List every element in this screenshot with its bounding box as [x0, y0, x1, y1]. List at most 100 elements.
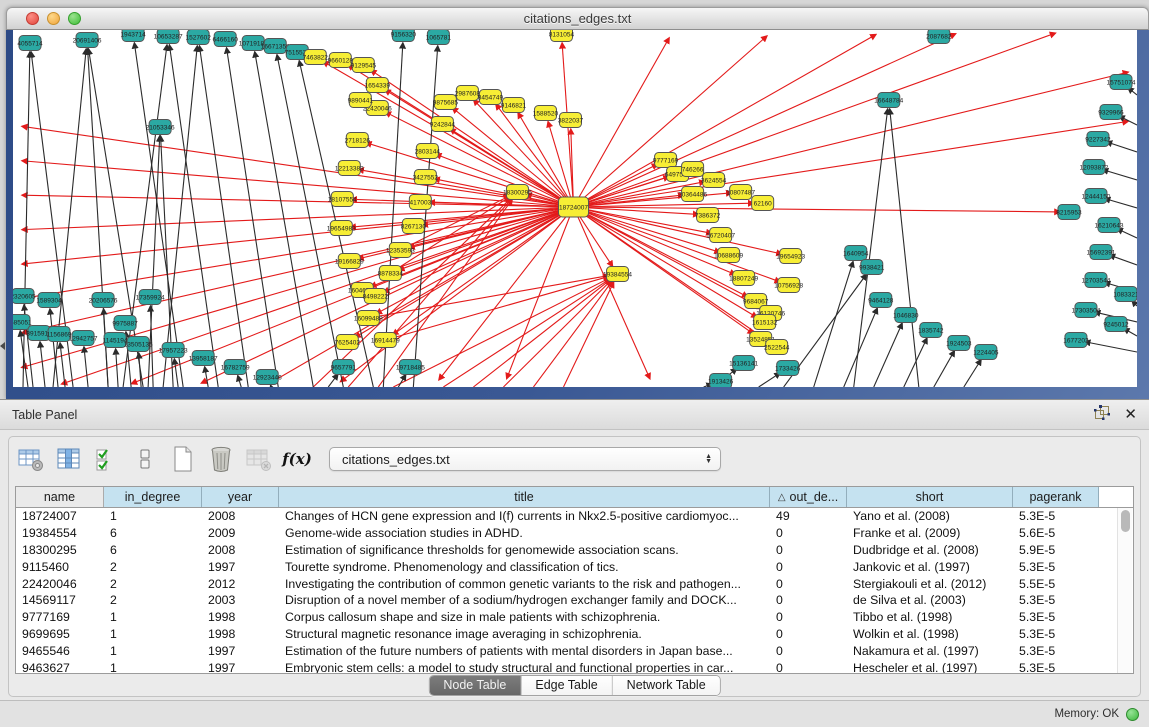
- graph-node[interactable]: 19166829: [335, 254, 364, 269]
- graph-node[interactable]: 17957223: [159, 343, 188, 358]
- graph-node[interactable]: 3822037: [558, 113, 584, 128]
- zoom-window-icon[interactable]: [68, 12, 81, 25]
- graph-node[interactable]: 17359924: [136, 290, 165, 305]
- graph-node[interactable]: 10756928: [774, 278, 803, 293]
- tab-network-table[interactable]: Network Table: [613, 676, 720, 695]
- graph-node[interactable]: 17303504: [1071, 303, 1100, 318]
- minimize-window-icon[interactable]: [47, 12, 60, 25]
- graph-node[interactable]: 1065781: [426, 30, 452, 45]
- graph-node[interactable]: 2087682: [926, 30, 952, 44]
- graph-node[interactable]: 1924503: [946, 336, 972, 351]
- table-row[interactable]: 946554611997Estimation of the future num…: [16, 642, 1133, 659]
- graph-node[interactable]: 16720407: [706, 228, 735, 243]
- graph-node[interactable]: 8267130: [401, 219, 427, 234]
- show-columns-icon[interactable]: [55, 444, 83, 474]
- graph-node[interactable]: 62160: [752, 196, 774, 211]
- graph-node[interactable]: 15751074: [1107, 75, 1136, 90]
- graph-node[interactable]: 15136141: [729, 356, 758, 371]
- graph-node[interactable]: 1677202: [1063, 333, 1089, 348]
- graph-node[interactable]: 19384554: [603, 267, 632, 282]
- function-builder-icon[interactable]: f(x): [283, 444, 311, 474]
- graph-node[interactable]: 20691406: [73, 33, 102, 48]
- graph-node[interactable]: 20206576: [89, 293, 118, 308]
- graph-node[interactable]: 4055714: [17, 36, 43, 51]
- graph-node[interactable]: 12093872: [1079, 160, 1108, 175]
- table-settings-icon[interactable]: [17, 444, 45, 474]
- graph-node[interactable]: 18807249: [729, 271, 758, 286]
- graph-node[interactable]: 10653287: [154, 30, 183, 44]
- column-header-title[interactable]: title: [279, 487, 770, 507]
- graph-node[interactable]: 12923446: [253, 370, 282, 385]
- graph-node[interactable]: 13505135: [124, 337, 153, 352]
- graph-node[interactable]: 2320605: [13, 289, 36, 304]
- graph-node[interactable]: 20364486: [678, 187, 707, 202]
- graph-node[interactable]: 8498222: [363, 289, 389, 304]
- graph-node[interactable]: 16099488: [354, 311, 383, 326]
- graph-node[interactable]: 1835742: [918, 323, 944, 338]
- window-titlebar[interactable]: citations_edges.txt: [6, 7, 1149, 30]
- table-row[interactable]: 1938455462009Genome-wide association stu…: [16, 525, 1133, 542]
- graph-node[interactable]: 3427552: [413, 170, 439, 185]
- table-row[interactable]: 911546021997Tourette syndrome. Phenomeno…: [16, 558, 1133, 575]
- table-selector-dropdown[interactable]: citations_edges.txt ▲▼: [329, 447, 721, 471]
- graph-node[interactable]: 9242844: [430, 117, 456, 132]
- graph-node[interactable]: 10688609: [714, 248, 743, 263]
- graph-node[interactable]: 9660128: [328, 53, 354, 68]
- graph-node[interactable]: 1615132: [752, 315, 778, 330]
- graph-node[interactable]: 9975887: [112, 316, 138, 331]
- graph-node[interactable]: 10807487: [726, 185, 755, 200]
- table-row[interactable]: 1456911722003Disruption of a novel membe…: [16, 592, 1133, 609]
- graph-node[interactable]: 12942757: [69, 331, 98, 346]
- graph-node[interactable]: 9777169: [653, 153, 679, 168]
- graph-node[interactable]: 18107554: [328, 192, 357, 207]
- graph-node[interactable]: 9464128: [868, 293, 894, 308]
- close-window-icon[interactable]: [26, 12, 39, 25]
- table-row[interactable]: 2242004622012Investigating the contribut…: [16, 575, 1133, 592]
- delete-table-icon[interactable]: [207, 444, 235, 474]
- table-row[interactable]: 1830029562008Estimation of significance …: [16, 542, 1133, 559]
- graph-node[interactable]: 15692391: [1087, 245, 1116, 260]
- graph-node[interactable]: 8131054: [549, 30, 575, 42]
- graph-node[interactable]: 21053346: [146, 120, 175, 135]
- graph-node[interactable]: 13958187: [189, 351, 218, 366]
- tab-edge-table[interactable]: Edge Table: [521, 676, 612, 695]
- float-panel-icon[interactable]: [1094, 405, 1110, 425]
- column-header-pagerank[interactable]: pagerank: [1013, 487, 1099, 507]
- graph-node[interactable]: 2803144: [415, 144, 441, 159]
- graph-node[interactable]: 16210643: [1095, 218, 1124, 233]
- graph-node[interactable]: 19718485: [396, 360, 425, 375]
- graph-node[interactable]: 8215953: [1056, 205, 1082, 220]
- graph-node[interactable]: 12213383: [335, 161, 364, 176]
- graph-node[interactable]: 9329966: [1098, 105, 1124, 120]
- graph-node[interactable]: 1654339: [365, 78, 391, 93]
- graph-node[interactable]: 16782759: [221, 360, 250, 375]
- graph-node[interactable]: 1913426: [708, 374, 734, 388]
- graph-node[interactable]: 7386372: [695, 208, 721, 223]
- graph-node[interactable]: 12353593: [386, 243, 415, 258]
- column-header-short[interactable]: short: [847, 487, 1013, 507]
- graph-node[interactable]: 9156320: [391, 30, 417, 42]
- graph-node[interactable]: 19654923: [776, 249, 805, 264]
- graph-node[interactable]: 9146821: [501, 98, 527, 113]
- graph-node[interactable]: 19654983: [327, 221, 356, 236]
- graph-node[interactable]: 1083321: [1113, 287, 1137, 302]
- panel-collapse-arrow-icon[interactable]: [0, 342, 5, 350]
- graph-node[interactable]: 7625402: [335, 335, 361, 350]
- graph-node[interactable]: 1046830: [893, 308, 919, 323]
- column-header-name[interactable]: name: [16, 487, 104, 507]
- table-row[interactable]: 977716911998Corpus callosum shape and si…: [16, 609, 1133, 626]
- memory-ok-led-icon[interactable]: [1126, 708, 1139, 721]
- graph-node[interactable]: 9227342: [1085, 132, 1111, 147]
- graph-node[interactable]: 1640954: [843, 246, 869, 261]
- graph-node[interactable]: 3624554: [701, 173, 727, 188]
- graph-node[interactable]: 417003: [409, 195, 431, 210]
- graph-node[interactable]: 9245012: [1103, 317, 1129, 332]
- close-panel-icon[interactable]: ✕: [1124, 407, 1137, 422]
- graph-node[interactable]: 18300295: [503, 185, 532, 200]
- graph-node[interactable]: 2718126: [345, 133, 371, 148]
- graph-node[interactable]: 12444150: [1081, 189, 1110, 204]
- tab-node-table[interactable]: Node Table: [429, 676, 521, 695]
- graph-node[interactable]: 1527602: [186, 30, 212, 45]
- graph-node[interactable]: 9938421: [859, 260, 885, 275]
- graph-node[interactable]: 8454749: [478, 90, 504, 105]
